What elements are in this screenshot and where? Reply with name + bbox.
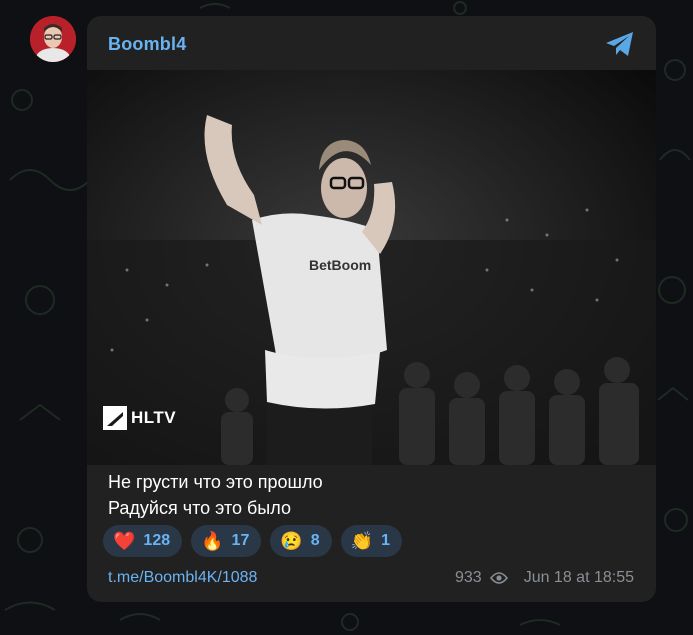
channel-name[interactable]: Boombl4 xyxy=(108,34,186,55)
hltv-watermark: HLTV xyxy=(103,406,176,430)
post-photo[interactable]: BetBoom HLTV xyxy=(87,70,656,465)
post-meta: 933 Jun 18 at 18:55 xyxy=(455,569,634,587)
avatar-portrait xyxy=(30,16,76,62)
reaction-count: 17 xyxy=(231,532,250,549)
reaction-count: 8 xyxy=(310,532,320,549)
telegram-plane-icon[interactable] xyxy=(604,30,636,58)
heart-emoji-icon: ❤️ xyxy=(113,531,136,551)
reaction-heart[interactable]: ❤️ 128 xyxy=(103,525,183,557)
reactions-bar: ❤️ 128 🔥 17 😢 8 👏 1 xyxy=(103,525,402,557)
post-link[interactable]: t.me/Boombl4K/1088 xyxy=(108,569,257,587)
channel-avatar[interactable] xyxy=(30,16,76,62)
reaction-fire[interactable]: 🔥 17 xyxy=(191,525,262,557)
reaction-count: 1 xyxy=(381,532,390,549)
reaction-count: 128 xyxy=(143,532,171,549)
shirt-sponsor-text: BetBoom xyxy=(309,257,371,273)
reaction-crying[interactable]: 😢 8 xyxy=(270,525,332,557)
message-text-line-2: Радуйся что это было xyxy=(108,498,291,518)
view-count: 933 xyxy=(454,569,482,586)
message-bubble: Boombl4 BetBoom HLTV Не грусти что это п… xyxy=(87,16,656,602)
hltv-watermark-text: HLTV xyxy=(131,408,177,427)
crying-emoji-icon: 😢 xyxy=(280,531,303,551)
eye-icon xyxy=(489,572,508,584)
message-text-line-1: Не грусти что это прошло xyxy=(108,472,323,492)
clap-emoji-icon: 👏 xyxy=(350,531,374,551)
reaction-clap[interactable]: 👏 1 xyxy=(340,525,402,557)
fire-emoji-icon: 🔥 xyxy=(201,531,224,551)
hltv-logo-icon xyxy=(103,406,127,430)
post-timestamp: Jun 18 at 18:55 xyxy=(523,569,634,586)
